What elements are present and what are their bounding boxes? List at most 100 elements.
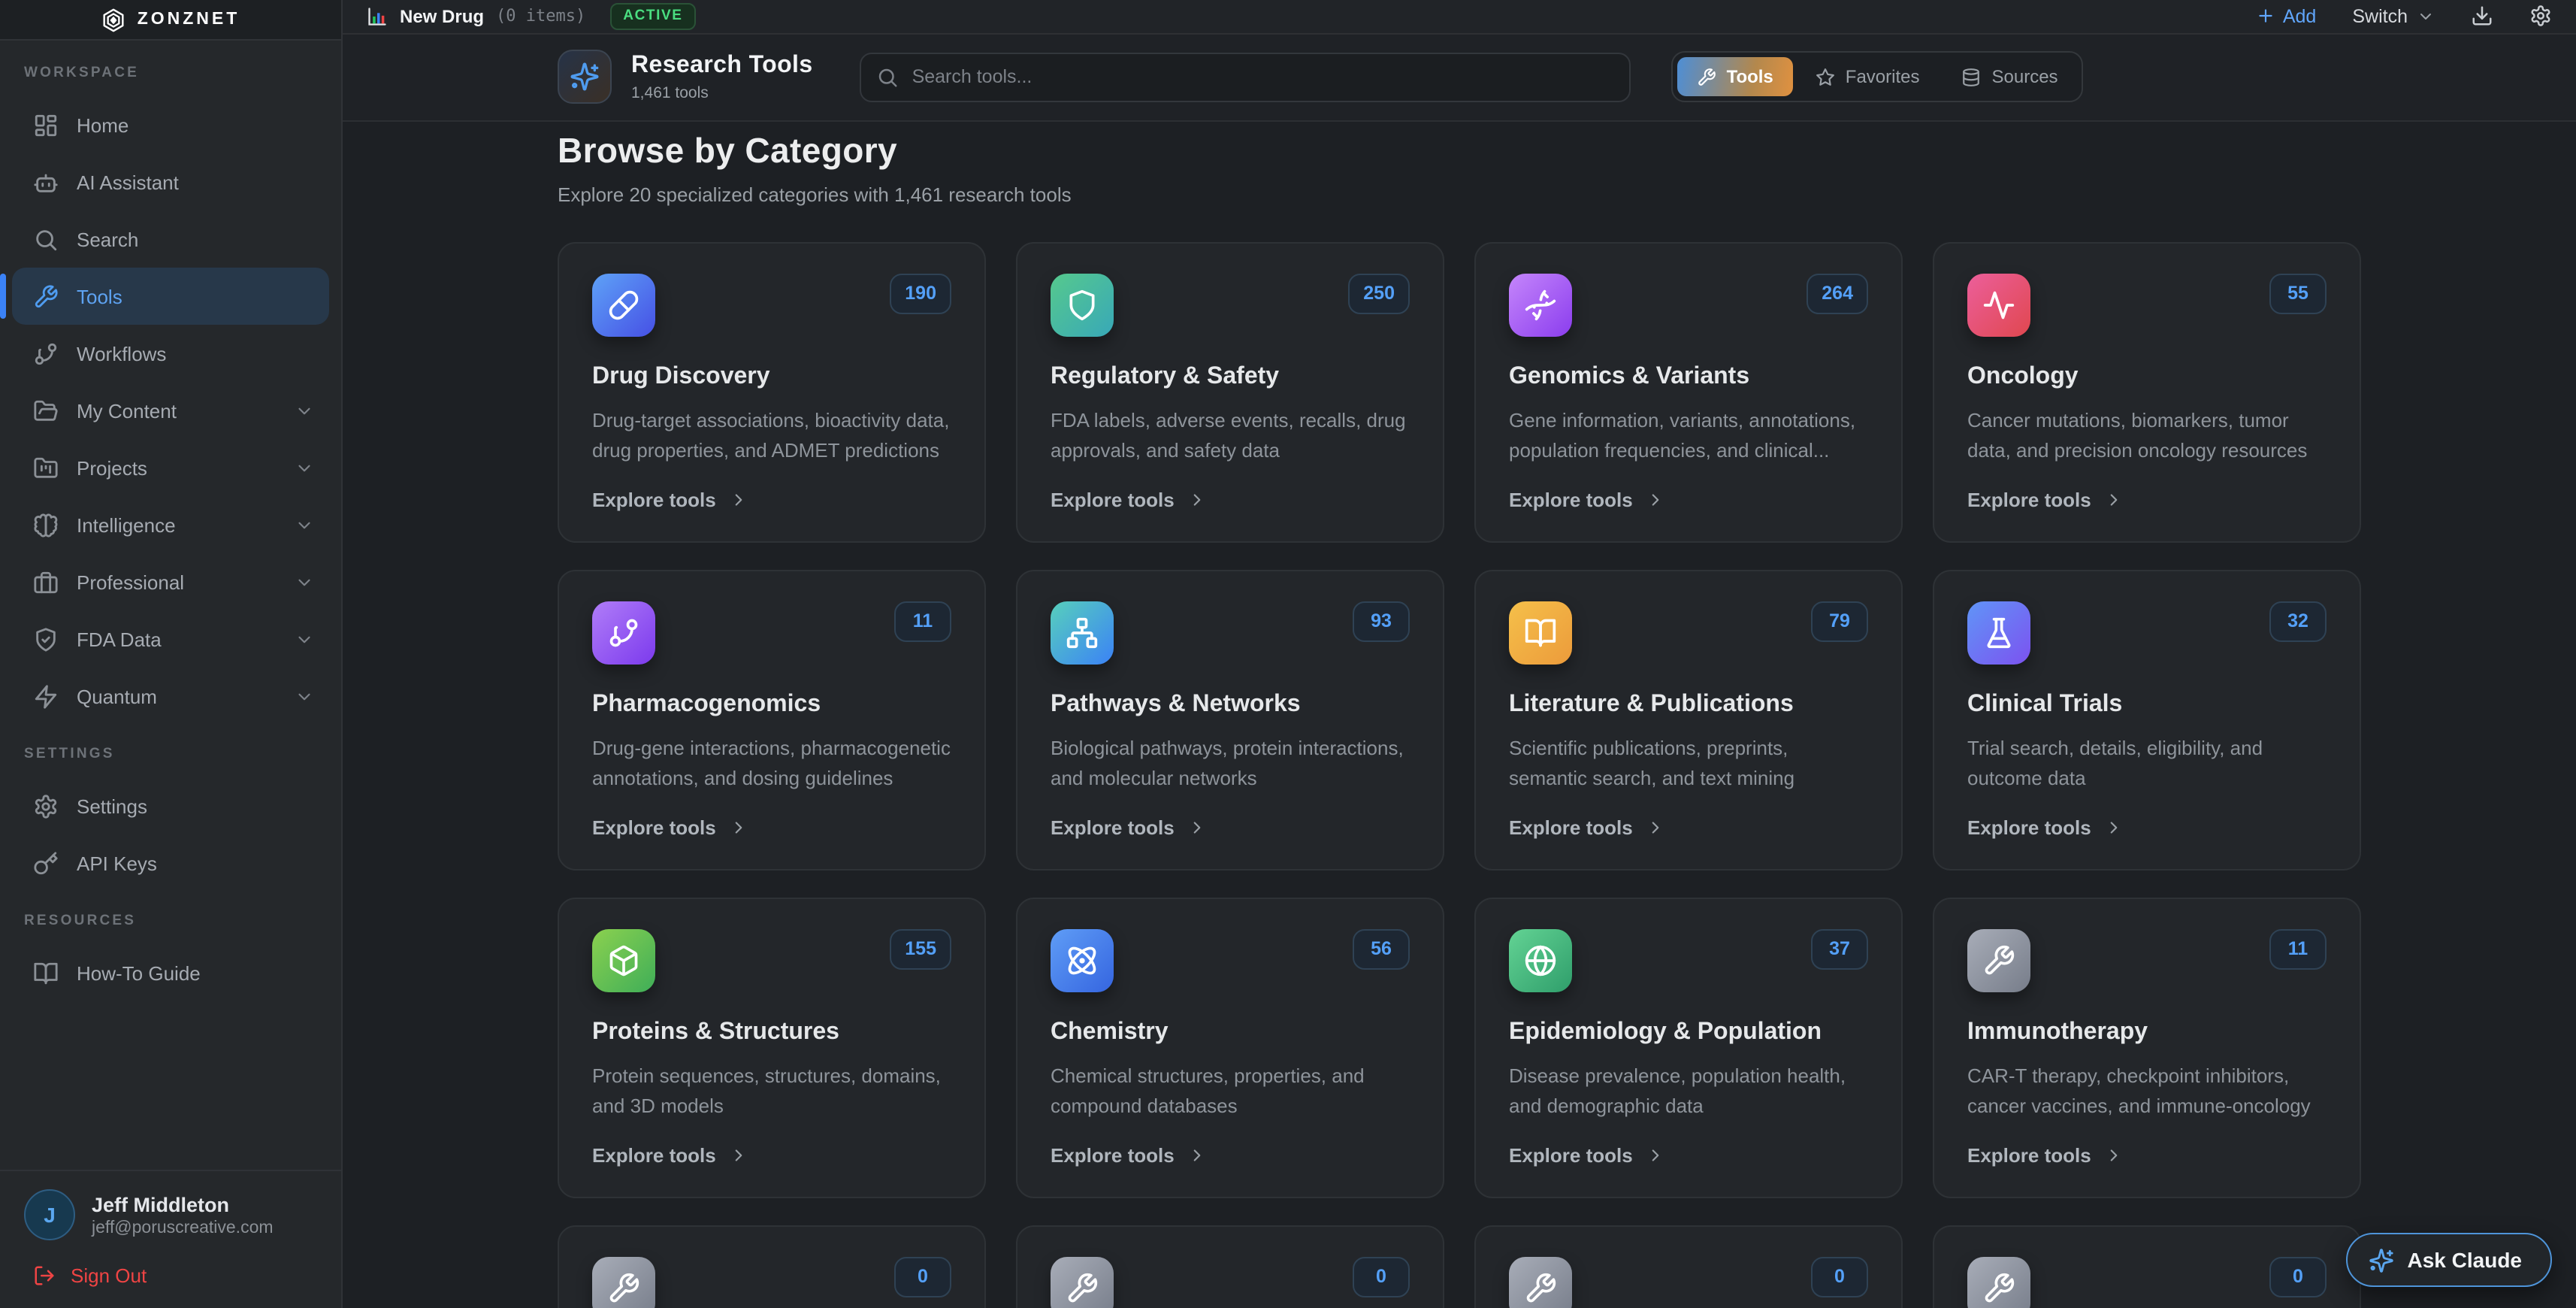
category-card-partial[interactable]: 0Explore tools xyxy=(558,1225,986,1308)
category-card-literature-publications[interactable]: 79Literature & PublicationsScientific pu… xyxy=(1474,569,1903,870)
page-title: Research Tools xyxy=(631,52,813,79)
explore-tools-link[interactable]: Explore tools xyxy=(592,816,951,838)
category-card-chemistry[interactable]: 56ChemistryChemical structures, properti… xyxy=(1016,897,1444,1197)
category-title: Literature & Publications xyxy=(1509,691,1868,718)
explore-tools-link[interactable]: Explore tools xyxy=(1967,488,2327,510)
logout-icon xyxy=(33,1264,56,1287)
shield-icon xyxy=(1066,288,1099,321)
sidebar-item-projects[interactable]: Projects xyxy=(12,439,329,496)
sparkles-icon xyxy=(570,62,600,92)
flask-icon xyxy=(1982,616,2015,649)
brand-logo[interactable]: ZONZNET xyxy=(0,0,341,41)
tab-label: Sources xyxy=(1992,66,2058,87)
category-card-oncology[interactable]: 55OncologyCancer mutations, biomarkers, … xyxy=(1933,241,2361,542)
wrench-icon xyxy=(1697,67,1716,86)
category-icon-tile xyxy=(1051,273,1114,336)
category-card-drug-discovery[interactable]: 190Drug DiscoveryDrug-target association… xyxy=(558,241,986,542)
download-icon[interactable] xyxy=(2471,5,2493,28)
avatar: J xyxy=(24,1189,75,1240)
user-box[interactable]: J Jeff Middleton jeff@poruscreative.com xyxy=(0,1170,341,1246)
explore-tools-link[interactable]: Explore tools xyxy=(1967,1143,2327,1166)
explore-tools-link[interactable]: Explore tools xyxy=(592,488,951,510)
category-card-pharmacogenomics[interactable]: 11PharmacogenomicsDrug-gene interactions… xyxy=(558,569,986,870)
category-card-regulatory-safety[interactable]: 250Regulatory & SafetyFDA labels, advers… xyxy=(1016,241,1444,542)
sidebar-item-quantum[interactable]: Quantum xyxy=(12,668,329,725)
explore-tools-label: Explore tools xyxy=(1509,1143,1633,1166)
tool-count-badge: 264 xyxy=(1807,273,1868,313)
sidebar-item-search[interactable]: Search xyxy=(12,210,329,268)
tab-sources[interactable]: Sources xyxy=(1943,57,2078,96)
explore-tools-link[interactable]: Explore tools xyxy=(1509,1143,1868,1166)
ask-claude-button[interactable]: Ask Claude xyxy=(2346,1233,2553,1287)
category-icon-tile xyxy=(1967,1256,2030,1308)
sidebar-item-tools[interactable]: Tools xyxy=(12,268,329,325)
category-card-immunotherapy[interactable]: 11ImmunotherapyCAR-T therapy, checkpoint… xyxy=(1933,897,2361,1197)
category-card-pathways-networks[interactable]: 93Pathways & NetworksBiological pathways… xyxy=(1016,569,1444,870)
sidebar-item-workflows[interactable]: Workflows xyxy=(12,325,329,382)
sidebar-item-label: FDA Data xyxy=(77,628,277,650)
chevron-right-icon xyxy=(2105,817,2124,837)
category-card-proteins-structures[interactable]: 155Proteins & StructuresProtein sequence… xyxy=(558,897,986,1197)
explore-tools-link[interactable]: Explore tools xyxy=(1509,488,1868,510)
explore-tools-link[interactable]: Explore tools xyxy=(1509,816,1868,838)
sidebar-item-my-content[interactable]: My Content xyxy=(12,382,329,439)
category-icon-tile xyxy=(1509,1256,1572,1308)
tab-tools[interactable]: Tools xyxy=(1677,57,1793,96)
category-description: Drug-target associations, bioactivity da… xyxy=(592,405,951,467)
tool-count-badge: 0 xyxy=(1353,1256,1410,1297)
gear-icon[interactable] xyxy=(2529,5,2552,28)
chevron-down-icon xyxy=(295,401,314,420)
page-header: Research Tools 1,461 tools ToolsFavorite… xyxy=(343,35,2576,121)
folder-open-icon xyxy=(33,398,59,423)
section-heading: Browse by Category xyxy=(558,130,2361,171)
globe-icon xyxy=(1524,943,1557,976)
plus-icon xyxy=(2256,7,2275,26)
sidebar-item-ai-assistant[interactable]: AI Assistant xyxy=(12,153,329,210)
category-description: Cancer mutations, biomarkers, tumor data… xyxy=(1967,405,2327,467)
sidebar-item-home[interactable]: Home xyxy=(12,96,329,153)
category-card-genomics-variants[interactable]: 264Genomics & VariantsGene information, … xyxy=(1474,241,1903,542)
category-description: CAR-T therapy, checkpoint inhibitors, ca… xyxy=(1967,1061,2327,1122)
sidebar-item-intelligence[interactable]: Intelligence xyxy=(12,496,329,553)
category-card-partial[interactable]: 0Explore tools xyxy=(1016,1225,1444,1308)
card-top-row: 11 xyxy=(1967,928,2327,992)
sign-out-button[interactable]: Sign Out xyxy=(0,1246,341,1308)
category-card-partial[interactable]: 0Explore tools xyxy=(1474,1225,1903,1308)
folder-kanban-icon xyxy=(33,455,59,480)
category-description: Trial search, details, eligibility, and … xyxy=(1967,733,2327,795)
explore-tools-link[interactable]: Explore tools xyxy=(1051,488,1410,510)
explore-tools-link[interactable]: Explore tools xyxy=(592,1143,951,1166)
tab-favorites[interactable]: Favorites xyxy=(1796,57,1940,96)
category-description: FDA labels, adverse events, recalls, dru… xyxy=(1051,405,1410,467)
sidebar-item-fda-data[interactable]: FDA Data xyxy=(12,610,329,668)
explore-tools-link[interactable]: Explore tools xyxy=(1967,816,2327,838)
explore-tools-link[interactable]: Explore tools xyxy=(1051,816,1410,838)
sidebar-item-api-keys[interactable]: API Keys xyxy=(12,834,329,892)
card-top-row: 55 xyxy=(1967,273,2327,336)
explore-tools-link[interactable]: Explore tools xyxy=(1051,1143,1410,1166)
category-title: Proteins & Structures xyxy=(592,1019,951,1046)
sidebar-item-professional[interactable]: Professional xyxy=(12,553,329,610)
category-card-epidemiology-population[interactable]: 37Epidemiology & PopulationDisease preva… xyxy=(1474,897,1903,1197)
scroll-area[interactable]: Browse by Category Explore 20 specialize… xyxy=(343,121,2576,1308)
category-title: Pathways & Networks xyxy=(1051,691,1410,718)
sidebar-item-settings[interactable]: Settings xyxy=(12,777,329,834)
category-card-partial[interactable]: 0Explore tools xyxy=(1933,1225,2361,1308)
category-title: Regulatory & Safety xyxy=(1051,363,1410,390)
category-description: Chemical structures, properties, and com… xyxy=(1051,1061,1410,1122)
search-box xyxy=(860,52,1631,101)
sidebar-item-label: Tools xyxy=(77,285,314,307)
sidebar-section-label: RESOURCES xyxy=(0,913,341,929)
card-top-row: 190 xyxy=(592,273,951,336)
tool-count-badge: 0 xyxy=(894,1256,951,1297)
category-card-clinical-trials[interactable]: 32Clinical TrialsTrial search, details, … xyxy=(1933,569,2361,870)
key-icon xyxy=(33,850,59,876)
search-input[interactable] xyxy=(860,52,1631,101)
category-icon-tile xyxy=(1509,601,1572,664)
tool-count-badge: 11 xyxy=(894,601,951,641)
view-tabs: ToolsFavorites Sources xyxy=(1671,51,2084,102)
switch-button[interactable]: Switch xyxy=(2352,6,2435,27)
sidebar-item-how-to-guide[interactable]: How-To Guide xyxy=(12,944,329,1001)
explore-tools-label: Explore tools xyxy=(1967,816,2091,838)
add-button[interactable]: Add xyxy=(2256,6,2317,27)
